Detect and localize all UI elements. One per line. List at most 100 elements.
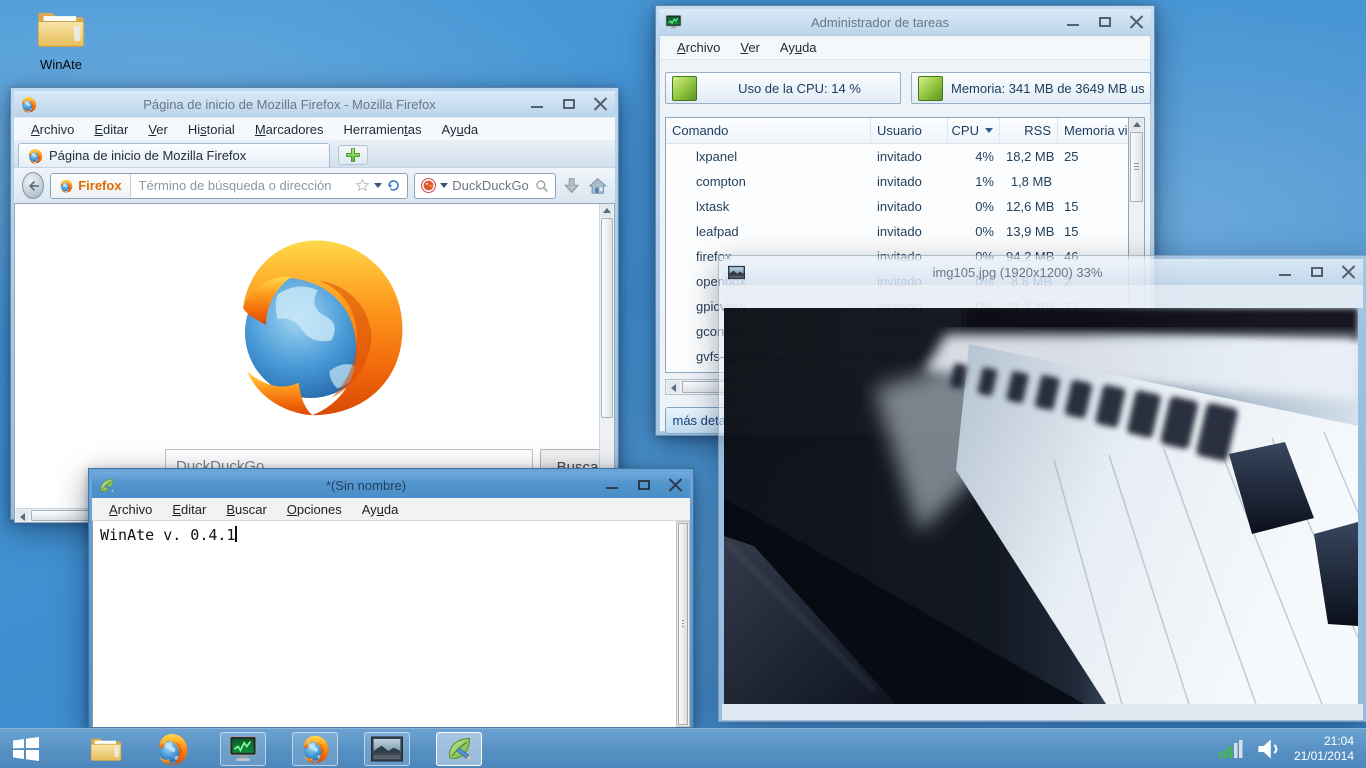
search-bar[interactable]: DuckDuckGo — [414, 173, 556, 199]
menu-item-archivo[interactable]: Archivo — [22, 119, 83, 140]
volume-icon[interactable] — [1256, 737, 1282, 761]
text-cursor — [235, 526, 237, 542]
firefox-badge-button[interactable]: Firefox — [51, 174, 130, 198]
menu-item-buscar[interactable]: Buscar — [217, 499, 275, 520]
process-cell-user: invitado — [871, 199, 948, 214]
firefox-icon — [20, 96, 37, 113]
taskbar-firefox-launcher[interactable] — [150, 730, 194, 768]
menu-item-editar[interactable]: Editar — [163, 499, 215, 520]
taskbar: 21:04 21/01/2014 — [0, 728, 1366, 768]
star-icon[interactable] — [355, 178, 370, 193]
leafpad-text-area[interactable]: WinAte v. 0.4.1 — [92, 521, 676, 727]
process-cell-cpu: 1% — [948, 174, 1000, 189]
close-button[interactable] — [1341, 265, 1357, 279]
urlbar-dropdown-icon[interactable] — [374, 183, 382, 188]
folder-icon — [35, 6, 87, 50]
process-row[interactable]: comptoninvitado1%1,8 MB — [666, 169, 1144, 194]
column-cpu[interactable]: % CPU — [948, 118, 1000, 143]
download-arrow-icon[interactable] — [562, 174, 581, 198]
taskbar-task-firefox[interactable] — [292, 732, 338, 766]
process-row[interactable]: lxtaskinvitado0%12,6 MB15 — [666, 194, 1144, 219]
minimize-button[interactable] — [1277, 265, 1293, 279]
firefox-navbar: Firefox Término de búsqueda o dirección — [14, 167, 615, 203]
process-cell-user: invitado — [871, 224, 948, 239]
desktop-icon-winate[interactable]: WinAte — [16, 6, 106, 72]
close-button[interactable] — [668, 478, 684, 492]
taskbar-clock[interactable]: 21:04 21/01/2014 — [1294, 734, 1354, 764]
refresh-icon[interactable] — [386, 178, 401, 193]
network-signal-icon[interactable] — [1218, 738, 1244, 760]
leafpad-window-title: *(Sin nombre) — [132, 478, 600, 493]
firefox-tabbar: Página de inicio de Mozilla Firefox — [14, 140, 615, 167]
firefox-vertical-scrollbar[interactable] — [599, 204, 614, 508]
back-arrow-icon — [25, 178, 41, 194]
menu-item-editar[interactable]: Editar — [85, 119, 137, 140]
back-button[interactable] — [22, 172, 44, 199]
tab-firefox-home[interactable]: Página de inicio de Mozilla Firefox — [18, 143, 330, 167]
process-cell-rss: 12,6 MB — [1000, 199, 1058, 214]
tab-favicon — [27, 148, 43, 164]
process-row[interactable]: lxpanelinvitado4%18,2 MB25 — [666, 144, 1144, 169]
close-button[interactable] — [1129, 15, 1145, 29]
minimize-button[interactable] — [1065, 15, 1081, 29]
menu-item-ayuda[interactable]: Ayuda — [433, 119, 488, 140]
taskmgr-titlebar[interactable]: Administrador de tareas — [659, 9, 1151, 35]
firefox-icon — [155, 732, 189, 766]
maximize-button[interactable] — [561, 97, 577, 111]
firefox-logo — [220, 229, 412, 421]
menu-item-herramientas[interactable]: Herramientas — [334, 119, 430, 140]
maximize-button[interactable] — [1309, 265, 1325, 279]
close-button[interactable] — [593, 97, 609, 111]
firefox-badge-label: Firefox — [78, 178, 121, 193]
maximize-button[interactable] — [636, 478, 652, 492]
minimize-button[interactable] — [604, 478, 620, 492]
leaf-icon — [445, 735, 473, 763]
start-button[interactable] — [0, 729, 52, 768]
house-icon[interactable] — [588, 174, 607, 198]
process-cell-cpu: 4% — [948, 149, 1000, 164]
desktop-icon-label: WinAte — [16, 57, 106, 72]
windows-logo-icon — [12, 735, 40, 763]
minimize-button[interactable] — [529, 97, 545, 111]
taskbar-task-image-viewer[interactable] — [364, 732, 410, 766]
column-usuario[interactable]: Usuario — [871, 118, 948, 143]
process-cell-cmd: lxpanel — [666, 149, 871, 164]
cpu-meter-icon — [672, 76, 697, 101]
photo-icon — [728, 264, 745, 281]
tab-title: Página de inicio de Mozilla Firefox — [49, 148, 246, 163]
menu-item-archivo[interactable]: Archivo — [100, 499, 161, 520]
menu-item-ayuda[interactable]: Ayuda — [353, 499, 408, 520]
taskmgr-menubar: ArchivoVerAyuda — [660, 36, 1150, 60]
window-image-viewer: img105.jpg (1920x1200) 33% — [718, 255, 1366, 722]
menu-item-opciones[interactable]: Opciones — [278, 499, 351, 520]
taskbar-task-taskmanager[interactable] — [220, 732, 266, 766]
cpu-usage-label: Uso de la CPU: 14 % — [705, 81, 894, 96]
viewer-toolbar-top — [722, 285, 1363, 308]
new-tab-button[interactable] — [338, 145, 368, 165]
leafpad-vertical-scrollbar[interactable] — [676, 521, 690, 727]
menu-item-ver[interactable]: Ver — [731, 37, 769, 58]
memory-meter-icon — [918, 76, 943, 101]
leafpad-titlebar[interactable]: *(Sin nombre) — [92, 472, 690, 498]
firefox-page-content: DuckDuckGo Buscar — [14, 203, 615, 508]
menu-item-marcadores[interactable]: Marcadores — [246, 119, 333, 140]
menu-item-ver[interactable]: Ver — [139, 119, 177, 140]
duckduckgo-icon — [421, 178, 436, 193]
process-row[interactable]: leafpadinvitado0%13,9 MB15 — [666, 219, 1144, 244]
column-rss[interactable]: RSS — [1000, 118, 1058, 143]
taskbar-task-leafpad[interactable] — [436, 732, 482, 766]
viewer-toolbar-bottom — [722, 704, 1363, 720]
viewer-titlebar[interactable]: img105.jpg (1920x1200) 33% — [722, 259, 1363, 285]
menu-item-historial[interactable]: Historial — [179, 119, 244, 140]
search-engine-dropdown-icon[interactable] — [440, 183, 448, 188]
process-cell-rss: 13,9 MB — [1000, 224, 1058, 239]
menu-item-archivo[interactable]: Archivo — [668, 37, 729, 58]
taskbar-file-manager[interactable] — [84, 730, 128, 768]
maximize-button[interactable] — [1097, 15, 1113, 29]
magnifier-icon[interactable] — [535, 179, 549, 193]
menu-item-ayuda[interactable]: Ayuda — [771, 37, 826, 58]
url-bar[interactable]: Firefox Término de búsqueda o dirección — [50, 173, 408, 199]
viewer-window-title: img105.jpg (1920x1200) 33% — [762, 265, 1273, 280]
firefox-titlebar[interactable]: Página de inicio de Mozilla Firefox - Mo… — [14, 91, 615, 117]
column-comando[interactable]: Comando — [666, 118, 871, 143]
